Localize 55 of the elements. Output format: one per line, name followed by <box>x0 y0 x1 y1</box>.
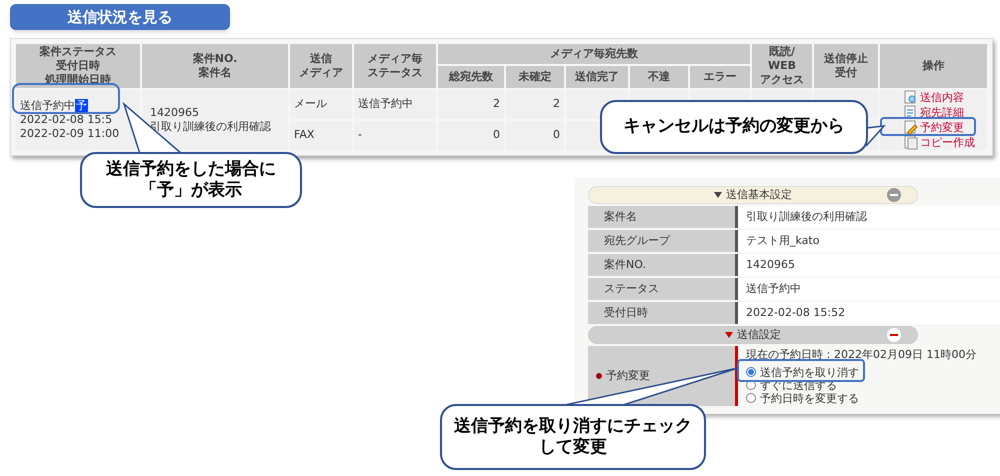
case-number: 1420965 <box>150 106 199 120</box>
field-label: 予約変更 <box>606 368 650 384</box>
field-label: 案件名 <box>588 206 738 228</box>
document-pencil-icon <box>904 120 918 135</box>
triangle-down-icon <box>725 331 733 339</box>
column-header: エラー <box>690 66 750 88</box>
radio-option[interactable]: 予約日時を変更する <box>746 392 859 404</box>
column-header: 未確定 <box>506 66 564 88</box>
table-cell: 送信予約中 <box>354 90 436 119</box>
table-cell: 0 <box>438 121 504 150</box>
section-header[interactable]: 送信基本設定 <box>588 186 918 204</box>
field-value: 2022-02-08 15:52 <box>738 302 1000 324</box>
page-title: 送信状況を見る <box>10 4 230 30</box>
column-header: 既読/ WEB アクセス <box>752 44 812 88</box>
column-header: 案件NO. 案件名 <box>142 44 288 88</box>
field-label: 宛先グループ <box>588 230 738 252</box>
minus-icon <box>887 328 901 342</box>
field-value: テスト用_kato <box>738 230 1000 252</box>
current-reservation-text: 現在の予約日時：2022年02月09日 11時00分 <box>746 348 976 360</box>
field-value: 1420965 <box>738 254 1000 276</box>
section-title: 送信設定 <box>737 326 781 343</box>
action-link[interactable]: 予約変更 <box>904 120 964 135</box>
section-header[interactable]: 送信設定 <box>588 326 918 344</box>
field-label: 案件NO. <box>588 254 738 276</box>
table-cell: 2 <box>506 90 564 119</box>
column-header: 操作 <box>880 44 987 88</box>
table-cell: 2 <box>438 90 504 119</box>
column-header: 送信 メディア <box>290 44 352 88</box>
section-title: 送信基本設定 <box>726 186 792 203</box>
field-label: ステータス <box>588 278 738 300</box>
column-header: 不達 <box>630 66 688 88</box>
document-icon <box>904 105 918 120</box>
action-link[interactable]: 宛先詳細 <box>904 105 964 120</box>
table-cell: メール <box>290 90 352 119</box>
reserved-badge: 予 <box>75 99 88 113</box>
status-text: 送信予約中 <box>20 99 75 113</box>
column-header: 送信完了 <box>566 66 628 88</box>
action-link[interactable]: 送信内容 <box>904 90 964 105</box>
column-group-header: メディア毎宛先数 <box>438 44 750 64</box>
minus-icon <box>887 188 901 202</box>
action-link[interactable]: コピー作成 <box>904 135 975 150</box>
column-header: 送信停止 受付 <box>814 44 878 88</box>
table-cell: 0 <box>506 121 564 150</box>
table-cell: FAX <box>290 121 352 150</box>
received-datetime: 2022-02-08 15:5 <box>20 113 112 127</box>
column-header: 総宛先数 <box>438 66 504 88</box>
triangle-down-icon <box>714 191 722 199</box>
radio-option[interactable]: 送信予約を取り消す <box>746 366 859 378</box>
field-value: 送信予約中 <box>738 278 1000 300</box>
started-datetime: 2022-02-09 11:00 <box>20 127 120 141</box>
table-cell: - <box>354 121 436 150</box>
callout-text: キャンセルは予約の変更から <box>600 100 868 154</box>
field-value: 引取り訓練後の利用確認 <box>738 206 1000 228</box>
column-header: メディア毎 ステータス <box>354 44 436 88</box>
field-label: 受付日時 <box>588 302 738 324</box>
